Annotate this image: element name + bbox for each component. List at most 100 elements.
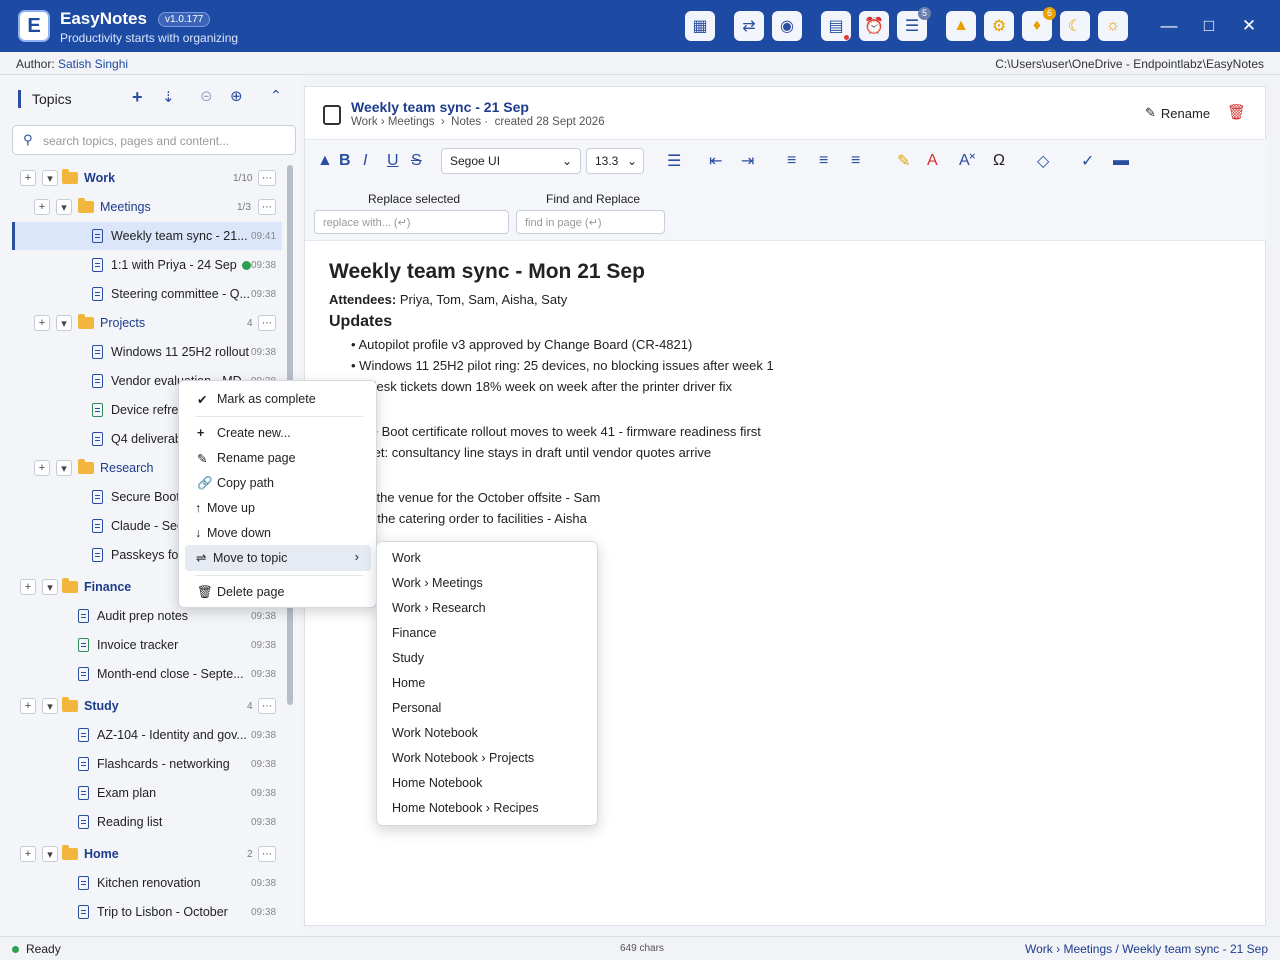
special-characters-icon[interactable]: Ω [993, 150, 1005, 172]
zoom-out-icon[interactable]: ⊝ [200, 87, 213, 105]
page-flashcards[interactable]: Flashcards - networking [78, 751, 230, 777]
topic-study[interactable]: Study [62, 693, 119, 719]
zoom-in-icon[interactable]: ⊕ [230, 87, 243, 105]
rename-button[interactable]: ✎ Rename [1145, 105, 1210, 121]
more-options-icon[interactable]: ⋯ [258, 170, 276, 186]
page-steering-committee[interactable]: Steering committee - Q... [92, 281, 250, 307]
format-painter-icon[interactable]: ▲ [317, 150, 333, 172]
page-invoice-tracker[interactable]: Invoice tracker [78, 632, 178, 658]
add-icon[interactable]: + [34, 460, 50, 476]
chevron-down-icon[interactable]: ▾ [56, 460, 72, 476]
menu-rename-page[interactable]: ✎ Rename page [197, 446, 296, 470]
align-center-icon[interactable]: ≡ [819, 150, 828, 172]
more-options-icon[interactable]: ⋯ [258, 846, 276, 862]
page-windows-rollout[interactable]: Windows 11 25H2 rollout [92, 339, 249, 365]
submenu-item[interactable]: Finance [392, 621, 436, 645]
indent-icon[interactable]: ⇥ [741, 150, 754, 172]
topic-work[interactable]: Work [62, 165, 115, 191]
light-mode-sun-icon[interactable]: ☼ [1098, 11, 1128, 41]
page-trip-lisbon[interactable]: Trip to Lisbon - October [78, 899, 228, 925]
calendar-icon[interactable]: ▤ [821, 11, 851, 41]
tasks-icon[interactable]: ☰ 5 [897, 7, 931, 41]
submenu-item[interactable]: Study [392, 646, 424, 670]
download-icon[interactable]: ⇣ [162, 88, 175, 106]
submenu-item[interactable]: Personal [392, 696, 441, 720]
maximize-icon[interactable]: □ [1196, 13, 1222, 39]
page-q4-deliverables[interactable]: Q4 deliverab [92, 426, 182, 452]
add-icon[interactable]: + [20, 846, 36, 862]
status-crumb-page[interactable]: Weekly team sync - 21 Sep [1122, 942, 1268, 956]
align-left-icon[interactable]: ≡ [787, 150, 796, 172]
alarm-clock-icon[interactable]: ⏰ [859, 11, 889, 41]
more-options-icon[interactable]: ⋯ [258, 698, 276, 714]
strikethrough-icon[interactable]: S [411, 150, 422, 172]
submenu-item[interactable]: Work [392, 546, 421, 570]
add-topic-icon[interactable]: + [132, 87, 143, 108]
chevron-down-icon[interactable]: ▾ [42, 170, 58, 186]
search-input[interactable]: search topics, pages and content... [43, 134, 229, 148]
topic-projects[interactable]: Projects [78, 310, 145, 336]
menu-mark-complete[interactable]: ✔ Mark as complete [197, 387, 316, 411]
page-kitchen-renovation[interactable]: Kitchen renovation [78, 870, 201, 896]
topic-home[interactable]: Home [62, 841, 119, 867]
more-options-icon[interactable]: ⋯ [258, 199, 276, 215]
bell-icon[interactable]: ♦ 6 [1022, 7, 1056, 41]
chevron-down-icon[interactable]: ▾ [42, 846, 58, 862]
page-device-refresh[interactable]: Device refres [92, 397, 185, 423]
add-icon[interactable]: + [20, 698, 36, 714]
shapes-icon[interactable]: ◇ [1037, 150, 1049, 172]
add-icon[interactable]: + [20, 170, 36, 186]
close-icon[interactable]: ✕ [1236, 13, 1262, 39]
author-name[interactable]: Satish Singhi [58, 57, 128, 71]
page-1on1-priya[interactable]: 1:1 with Priya - 24 Sep [92, 252, 251, 278]
font-family-select[interactable]: Segoe UI ⌄ [441, 148, 581, 174]
page-exam-plan[interactable]: Exam plan [78, 780, 156, 806]
menu-delete-page[interactable]: 🗑 Delete page [197, 580, 284, 604]
underline-icon[interactable]: U [387, 150, 399, 172]
menu-copy-path[interactable]: 🔗 Copy path [197, 471, 274, 495]
status-crumb-topic[interactable]: Work › Meetings [1025, 942, 1112, 956]
page-month-end-close[interactable]: Month-end close - Septe... [78, 661, 244, 687]
page-reading-list[interactable]: Reading list [78, 809, 162, 835]
collapse-all-icon[interactable]: ⌃ [270, 87, 282, 104]
chevron-down-icon[interactable]: ▾ [56, 315, 72, 331]
settings-gear-icon[interactable]: ⚙ [984, 11, 1014, 41]
submenu-item[interactable]: Home Notebook [392, 771, 482, 795]
crumb-notes[interactable]: Notes [451, 116, 481, 128]
chevron-down-icon[interactable]: ▾ [42, 579, 58, 595]
find-input[interactable]: find in page (↵) [516, 210, 665, 234]
menu-create-new[interactable]: + Create new... [197, 421, 291, 445]
align-right-icon[interactable]: ≡ [851, 150, 860, 172]
horizontal-rule-icon[interactable]: ▬ [1113, 150, 1129, 172]
replace-input[interactable]: replace with... (↵) [314, 210, 509, 234]
menu-move-to-topic[interactable]: ⇌ Move to topic › [185, 545, 371, 571]
outdent-icon[interactable]: ⇤ [709, 150, 722, 172]
submenu-item[interactable]: Work Notebook › Projects [392, 746, 534, 770]
assistant-robot-icon[interactable]: ◉ [772, 11, 802, 41]
add-icon[interactable]: + [34, 199, 50, 215]
more-options-icon[interactable]: ⋯ [258, 315, 276, 331]
chevron-down-icon[interactable]: ▾ [56, 199, 72, 215]
clear-format-icon[interactable]: A˟ [959, 150, 975, 172]
submenu-item[interactable]: Work › Research [392, 596, 486, 620]
bullet-list-icon[interactable]: ☰ [667, 150, 681, 172]
page-secure-boot[interactable]: Secure Boot [92, 484, 180, 510]
delete-trash-icon[interactable]: 🗑 [1227, 103, 1246, 121]
sidebar-search[interactable]: ⚲ search topics, pages and content... [12, 125, 296, 155]
topic-research[interactable]: Research [78, 455, 154, 481]
submenu-item[interactable]: Work › Meetings [392, 571, 483, 595]
topic-meetings[interactable]: Meetings [78, 194, 151, 220]
font-size-select[interactable]: 13.3 ⌄ [586, 148, 644, 174]
submenu-item[interactable]: Work Notebook [392, 721, 478, 745]
font-color-icon[interactable]: A [927, 150, 938, 172]
add-icon[interactable]: + [34, 315, 50, 331]
menu-move-down[interactable]: ↓ Move down [195, 521, 271, 545]
menu-move-up[interactable]: ↑ Move up [195, 496, 255, 520]
pin-icon[interactable]: ▲ [946, 11, 976, 41]
submenu-item[interactable]: Home Notebook › Recipes [392, 796, 539, 820]
page-az104[interactable]: AZ-104 - Identity and gov... [78, 722, 247, 748]
page-audit-prep[interactable]: Audit prep notes [78, 603, 188, 629]
add-icon[interactable]: + [20, 579, 36, 595]
submenu-item[interactable]: Home [392, 671, 425, 695]
italic-icon[interactable]: I [363, 150, 367, 172]
